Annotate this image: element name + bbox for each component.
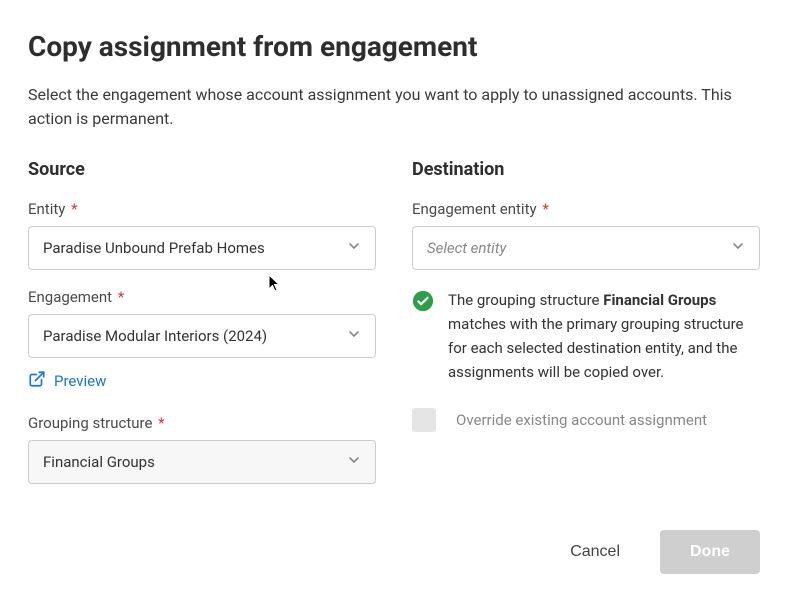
grouping-select[interactable]: Financial Groups xyxy=(28,440,376,484)
dest-entity-placeholder: Select entity xyxy=(427,239,506,257)
override-checkbox[interactable] xyxy=(412,408,436,432)
chevron-down-icon xyxy=(347,239,361,257)
grouping-match-text: The grouping structure Financial Groups … xyxy=(448,288,760,384)
required-asterisk: * xyxy=(539,200,549,218)
required-asterisk: * xyxy=(154,414,164,432)
preview-link-text: Preview xyxy=(54,372,106,390)
dest-entity-select[interactable]: Select entity xyxy=(412,226,760,270)
engagement-label: Engagement * xyxy=(28,288,376,306)
dialog-buttons: Cancel Done xyxy=(28,530,760,574)
engagement-label-text: Engagement xyxy=(28,288,112,306)
chevron-down-icon xyxy=(347,327,361,345)
required-asterisk: * xyxy=(114,288,124,306)
entity-label-text: Entity xyxy=(28,200,65,218)
grouping-select-value: Financial Groups xyxy=(43,453,155,471)
source-heading: Source xyxy=(28,159,376,180)
engagement-select[interactable]: Paradise Modular Interiors (2024) xyxy=(28,314,376,358)
check-circle-icon xyxy=(412,290,434,316)
entity-label: Entity * xyxy=(28,200,376,218)
grouping-match-info: The grouping structure Financial Groups … xyxy=(412,288,760,384)
external-link-icon xyxy=(28,370,46,392)
preview-link[interactable]: Preview xyxy=(28,370,106,392)
chevron-down-icon xyxy=(347,453,361,471)
override-label: Override existing account assignment xyxy=(456,411,707,429)
chevron-down-icon xyxy=(731,239,745,257)
entity-select[interactable]: Paradise Unbound Prefab Homes xyxy=(28,226,376,270)
grouping-label: Grouping structure * xyxy=(28,414,376,432)
dest-entity-label: Engagement entity * xyxy=(412,200,760,218)
dest-entity-label-text: Engagement entity xyxy=(412,200,537,218)
destination-column: Destination Engagement entity * Select e… xyxy=(412,159,760,502)
override-row: Override existing account assignment xyxy=(412,408,760,432)
source-column: Source Entity * Paradise Unbound Prefab … xyxy=(28,159,376,502)
required-asterisk: * xyxy=(67,200,77,218)
engagement-select-value: Paradise Modular Interiors (2024) xyxy=(43,327,267,345)
done-button[interactable]: Done xyxy=(660,530,760,574)
cancel-button[interactable]: Cancel xyxy=(546,530,644,574)
entity-select-value: Paradise Unbound Prefab Homes xyxy=(43,239,265,257)
dialog-title: Copy assignment from engagement xyxy=(28,30,760,63)
grouping-label-text: Grouping structure xyxy=(28,414,152,432)
dialog-description: Select the engagement whose account assi… xyxy=(28,83,760,131)
form-columns: Source Entity * Paradise Unbound Prefab … xyxy=(28,159,760,502)
destination-heading: Destination xyxy=(412,159,760,180)
